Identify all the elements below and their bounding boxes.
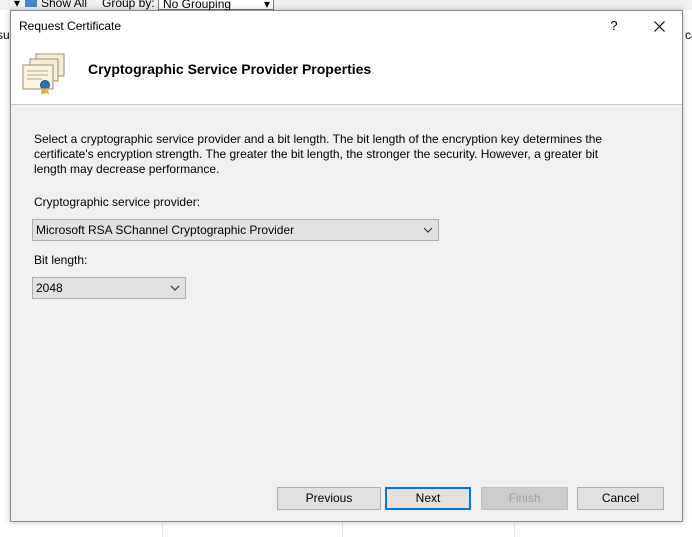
help-button[interactable]: ? bbox=[604, 15, 624, 37]
background-column-divider bbox=[342, 523, 343, 537]
dropdown-arrow-icon: ▾ bbox=[14, 0, 21, 10]
description-text: Select a cryptographic service provider … bbox=[34, 132, 603, 176]
background-column-divider bbox=[514, 523, 515, 537]
close-button[interactable] bbox=[647, 15, 671, 37]
bit-length-label: Bit length: bbox=[34, 253, 88, 267]
background-text-fragment: ca bbox=[685, 28, 692, 42]
request-certificate-dialog: Request Certificate ? Cryptographic Serv… bbox=[10, 10, 683, 522]
certificate-icon bbox=[22, 53, 65, 95]
csp-select-value: Microsoft RSA SChannel Cryptographic Pro… bbox=[36, 223, 295, 237]
previous-button[interactable]: Previous bbox=[277, 487, 381, 510]
cancel-button[interactable]: Cancel bbox=[577, 487, 664, 510]
chevron-down-icon bbox=[170, 285, 180, 291]
window-title: Request Certificate bbox=[19, 19, 122, 33]
group-by-value: No Grouping bbox=[163, 0, 232, 10]
csp-select[interactable]: Microsoft RSA SChannel Cryptographic Pro… bbox=[32, 219, 439, 241]
bit-length-select-value: 2048 bbox=[36, 281, 63, 295]
group-by-label: Group by: bbox=[102, 0, 155, 10]
title-bar[interactable]: Request Certificate ? bbox=[11, 11, 682, 41]
background-left-column: su bbox=[0, 10, 10, 537]
chevron-down-icon: ▾ bbox=[263, 0, 270, 10]
close-icon bbox=[653, 21, 665, 33]
group-by-select[interactable]: No Grouping ▾ bbox=[158, 0, 274, 10]
background-toolbar: ▾ Show All Group by: No Grouping ▾ bbox=[0, 0, 692, 10]
finish-button[interactable]: Finish bbox=[481, 487, 568, 510]
next-button[interactable]: Next bbox=[385, 487, 471, 510]
show-all-link[interactable]: Show All bbox=[41, 0, 87, 10]
chevron-down-icon bbox=[423, 227, 433, 233]
background-column-divider bbox=[162, 523, 163, 537]
bit-length-select[interactable]: 2048 bbox=[32, 277, 186, 299]
background-text-fragment: su bbox=[0, 28, 10, 42]
page-title: Cryptographic Service Provider Propertie… bbox=[88, 61, 372, 77]
wizard-header: Cryptographic Service Provider Propertie… bbox=[11, 41, 682, 105]
background-right-column: ca bbox=[684, 10, 692, 537]
csp-label: Cryptographic service provider: bbox=[34, 195, 201, 209]
show-all-icon bbox=[24, 0, 38, 10]
